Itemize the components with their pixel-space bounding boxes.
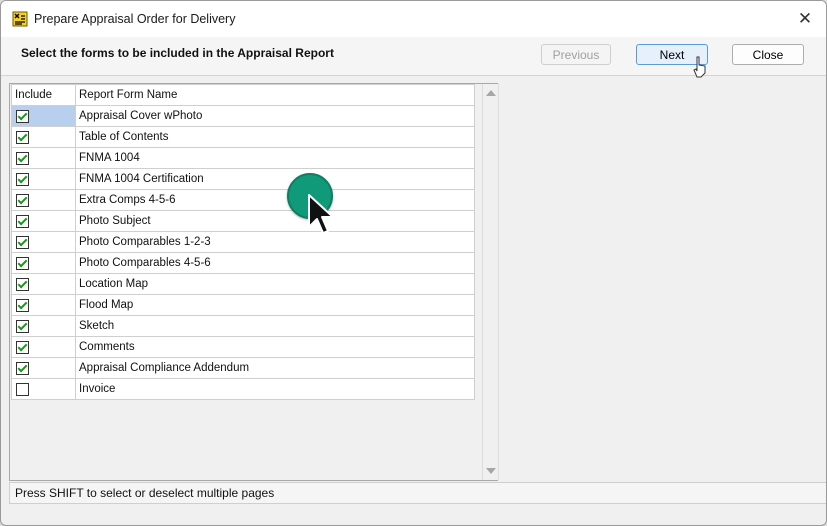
include-cell[interactable] xyxy=(11,105,76,127)
form-name-cell[interactable]: FNMA 1004 xyxy=(75,147,475,169)
form-name-cell[interactable]: Photo Subject xyxy=(75,210,475,232)
include-cell[interactable] xyxy=(11,168,76,190)
include-cell[interactable] xyxy=(11,273,76,295)
include-checkbox[interactable] xyxy=(16,298,29,312)
table-row[interactable]: Appraisal Compliance Addendum xyxy=(11,357,475,379)
form-name-cell[interactable]: Comments xyxy=(75,336,475,358)
form-name-cell[interactable]: Sketch xyxy=(75,315,475,337)
table-row[interactable]: Photo Comparables 4-5-6 xyxy=(11,252,475,274)
include-cell[interactable] xyxy=(11,189,76,211)
app-form-icon xyxy=(12,11,28,27)
include-checkbox[interactable] xyxy=(16,235,29,249)
column-header-include[interactable]: Include xyxy=(11,84,76,106)
table-row[interactable]: FNMA 1004 xyxy=(11,147,475,169)
window-title: Prepare Appraisal Order for Delivery xyxy=(34,12,236,26)
table-row[interactable]: Location Map xyxy=(11,273,475,295)
form-name-cell[interactable]: Appraisal Compliance Addendum xyxy=(75,357,475,379)
column-header-name[interactable]: Report Form Name xyxy=(75,84,475,106)
table-row[interactable]: Sketch xyxy=(11,315,475,337)
include-checkbox[interactable] xyxy=(16,214,29,228)
title-bar: Prepare Appraisal Order for Delivery ✕ xyxy=(1,1,826,37)
table-row[interactable]: FNMA 1004 Certification xyxy=(11,168,475,190)
form-name-cell[interactable]: Appraisal Cover wPhoto xyxy=(75,105,475,127)
table-row[interactable]: Table of Contents xyxy=(11,126,475,148)
close-button[interactable]: Close xyxy=(732,44,804,65)
form-name-cell[interactable]: Photo Comparables 4-5-6 xyxy=(75,252,475,274)
form-name-cell[interactable]: FNMA 1004 Certification xyxy=(75,168,475,190)
status-text: Press SHIFT to select or deselect multip… xyxy=(15,486,275,500)
dialog-window: Prepare Appraisal Order for Delivery ✕ S… xyxy=(0,0,827,526)
include-checkbox[interactable] xyxy=(16,340,29,354)
table-row[interactable]: Extra Comps 4-5-6 xyxy=(11,189,475,211)
close-icon[interactable]: ✕ xyxy=(792,7,818,31)
scroll-up-icon[interactable] xyxy=(486,90,496,96)
form-name-cell[interactable]: Extra Comps 4-5-6 xyxy=(75,189,475,211)
table-row[interactable]: Comments xyxy=(11,336,475,358)
form-name-cell[interactable]: Flood Map xyxy=(75,294,475,316)
include-cell[interactable] xyxy=(11,336,76,358)
instruction-text: Select the forms to be included in the A… xyxy=(21,46,334,60)
include-checkbox[interactable] xyxy=(16,130,29,144)
preview-pane xyxy=(498,83,826,480)
include-checkbox[interactable] xyxy=(16,193,29,207)
include-cell[interactable] xyxy=(11,126,76,148)
table-row[interactable]: Appraisal Cover wPhoto xyxy=(11,105,475,127)
include-checkbox[interactable] xyxy=(16,361,29,375)
table-row[interactable]: Photo Subject xyxy=(11,210,475,232)
include-cell[interactable] xyxy=(11,378,76,400)
include-cell[interactable] xyxy=(11,147,76,169)
form-name-cell[interactable]: Photo Comparables 1-2-3 xyxy=(75,231,475,253)
include-cell[interactable] xyxy=(11,231,76,253)
table-header-row: Include Report Form Name xyxy=(11,84,475,106)
mouse-pointer-icon xyxy=(308,194,334,234)
scroll-down-icon[interactable] xyxy=(486,468,496,474)
forms-grid: Include Report Form Name Appraisal Cover… xyxy=(9,83,498,481)
previous-button[interactable]: Previous xyxy=(541,44,611,65)
table-row[interactable]: Photo Comparables 1-2-3 xyxy=(11,231,475,253)
include-checkbox[interactable] xyxy=(16,319,29,333)
form-name-cell[interactable]: Table of Contents xyxy=(75,126,475,148)
table-row[interactable]: Invoice xyxy=(11,378,475,400)
include-cell[interactable] xyxy=(11,315,76,337)
include-checkbox[interactable] xyxy=(16,172,29,186)
form-name-cell[interactable]: Invoice xyxy=(75,378,475,400)
status-bar: Press SHIFT to select or deselect multip… xyxy=(9,482,826,504)
include-cell[interactable] xyxy=(11,294,76,316)
hover-pointer-icon xyxy=(693,56,706,78)
include-checkbox[interactable] xyxy=(16,277,29,291)
include-checkbox[interactable] xyxy=(16,382,29,396)
include-cell[interactable] xyxy=(11,357,76,379)
include-checkbox[interactable] xyxy=(16,109,29,123)
include-cell[interactable] xyxy=(11,252,76,274)
form-name-cell[interactable]: Location Map xyxy=(75,273,475,295)
vertical-scrollbar[interactable] xyxy=(482,84,498,480)
forms-table: Include Report Form Name Appraisal Cover… xyxy=(11,84,475,400)
table-row[interactable]: Flood Map xyxy=(11,294,475,316)
include-checkbox[interactable] xyxy=(16,151,29,165)
include-cell[interactable] xyxy=(11,210,76,232)
include-checkbox[interactable] xyxy=(16,256,29,270)
